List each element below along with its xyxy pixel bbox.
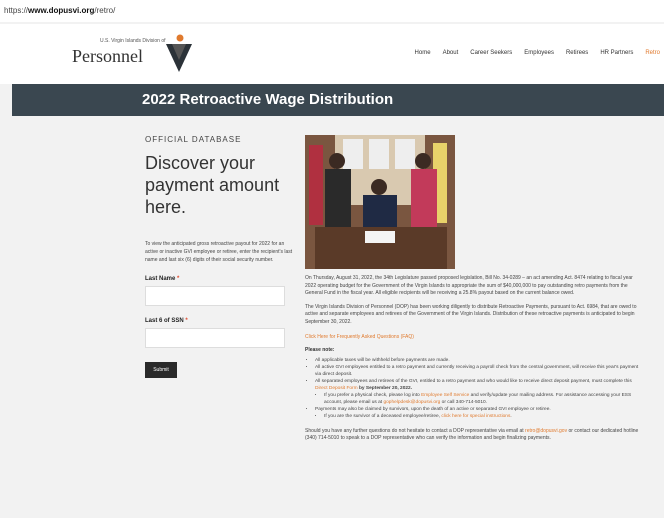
page-banner: 2022 Retroactive Wage Distribution (12, 84, 664, 116)
last-name-input[interactable] (145, 286, 285, 306)
required-mark: * (177, 276, 180, 282)
list-item-text: . (510, 414, 512, 419)
intro-text: To view the anticipated gross retroactiv… (145, 241, 293, 263)
url-prefix: https:// (4, 6, 29, 15)
nav-retirees[interactable]: Retirees (566, 50, 588, 56)
faq-link[interactable]: Click Here for Frequently Asked Question… (305, 334, 645, 340)
content-panel: On Thursday, August 31, 2022, the 34th L… (305, 135, 645, 442)
list-item: If you are the survivor of a deceased em… (324, 413, 645, 420)
nav-about[interactable]: About (443, 50, 459, 56)
logo-title: Personnel (72, 46, 143, 66)
headline: Discover your payment amount here. (145, 153, 280, 217)
note-heading: Please note: (305, 347, 335, 353)
nav-career-seekers[interactable]: Career Seekers (470, 50, 512, 56)
site-logo[interactable]: U.S. Virgin Islands Division of Personne… (72, 34, 202, 72)
list-item-text: If you are the survivor of a deceased em… (324, 414, 442, 419)
logo-mark-icon (166, 34, 192, 72)
contact-paragraph: Should you have any further questions do… (305, 428, 645, 442)
photo-illustration (305, 135, 455, 269)
ess-link[interactable]: Employee Self Service (421, 393, 469, 398)
list-item: Payments may also be claimed by survivor… (315, 406, 645, 420)
lookup-panel: OFFICIAL DATABASE Discover your payment … (145, 135, 295, 378)
list-item: All applicable taxes will be withheld be… (315, 357, 645, 364)
ssn-input[interactable] (145, 328, 285, 348)
list-item: All active GVI employees entitled to a r… (315, 364, 645, 378)
list-item-text: or call 340-714-5010. (440, 400, 488, 405)
last-name-label: Last Name * (145, 276, 295, 282)
main-nav: Home About Career Seekers Employees Reti… (415, 50, 660, 56)
sub-list: If you prefer a physical check, please l… (315, 392, 645, 406)
survivor-instructions-link[interactable]: click here for special instructions (441, 414, 510, 419)
list-item: All separated employees and retirees of … (315, 378, 645, 406)
retro-email-link[interactable]: retro@dopusvi.gov (525, 428, 567, 434)
list-item-text: All separated employees and retirees of … (315, 379, 632, 384)
last-name-label-text: Last Name (145, 276, 176, 282)
ssn-label: Last 6 of SSN * (145, 318, 295, 324)
required-mark: * (185, 318, 188, 324)
contact-text: Should you have any further questions do… (305, 428, 526, 434)
notes-list: All applicable taxes will be withheld be… (305, 357, 645, 420)
signing-photo (305, 135, 455, 269)
paragraph-legislation: On Thursday, August 31, 2022, the 34th L… (305, 275, 633, 296)
list-item-deadline: by September 20, 2022. (357, 386, 413, 391)
list-item-text: If you prefer a physical check, please l… (324, 393, 422, 398)
site-header: U.S. Virgin Islands Division of Personne… (0, 24, 664, 84)
paragraph-distribution: The Virgin Islands Division of Personnel… (305, 303, 637, 325)
sub-list: If you are the survivor of a deceased em… (315, 413, 645, 420)
nav-home[interactable]: Home (415, 50, 431, 56)
helpdesk-email-link[interactable]: gophelpdesk@dopusvi.org (383, 400, 440, 405)
ssn-label-text: Last 6 of SSN (145, 318, 184, 324)
submit-button[interactable]: Submit (145, 362, 177, 378)
nav-retro[interactable]: Retro (645, 50, 660, 56)
logo-subtitle: U.S. Virgin Islands Division of (100, 38, 166, 44)
url-path: /retro/ (94, 6, 116, 15)
direct-deposit-form-link[interactable]: Direct Deposit Form (315, 386, 358, 391)
nav-hr-partners[interactable]: HR Partners (600, 50, 633, 56)
url-domain: www.dopusvi.org (28, 6, 95, 15)
kicker: OFFICIAL DATABASE (145, 135, 242, 144)
address-bar[interactable]: https://www.dopusvi.org/retro/ (0, 0, 664, 22)
page-title: 2022 Retroactive Wage Distribution (142, 91, 394, 108)
nav-employees[interactable]: Employees (524, 50, 554, 56)
list-item: If you prefer a physical check, please l… (324, 392, 645, 406)
list-item-text: Payments may also be claimed by survivor… (315, 407, 551, 412)
